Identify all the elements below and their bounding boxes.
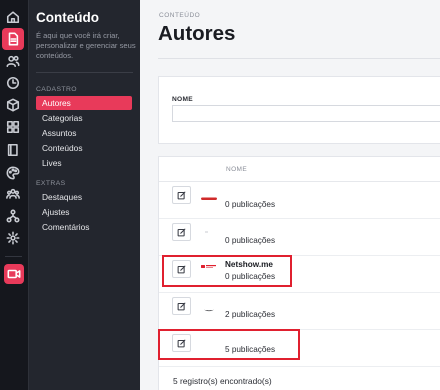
filter-card: NOME xyxy=(158,76,440,144)
users-icon[interactable] xyxy=(2,50,24,72)
edit-button[interactable] xyxy=(172,186,191,204)
home-icon[interactable] xyxy=(2,6,24,28)
gear-icon[interactable] xyxy=(2,227,24,249)
author-thumbnail xyxy=(204,309,214,312)
sidebar-item-comentarios[interactable]: Comentários xyxy=(36,220,132,234)
grid-icon[interactable] xyxy=(2,116,24,138)
author-publication-count: 0 publicações xyxy=(225,236,276,245)
breadcrumb[interactable]: CONTEÚDO xyxy=(159,12,200,19)
clock-icon[interactable] xyxy=(2,72,24,94)
sidebar-panel: Conteúdo É aqui que você irá criar, pers… xyxy=(28,0,140,390)
icon-rail xyxy=(0,0,28,390)
live-video-icon[interactable] xyxy=(4,264,24,284)
sidebar-description: É aqui que você irá criar, personalizar … xyxy=(36,31,136,60)
highlight-box-five-publications xyxy=(158,329,300,360)
table-row: 2 publicações xyxy=(159,293,440,330)
rail-divider xyxy=(5,256,22,257)
sidebar-item-autores[interactable]: Autores xyxy=(36,96,132,110)
team-icon[interactable] xyxy=(2,183,24,205)
sidebar-item-lives[interactable]: Lives xyxy=(36,156,132,170)
sidebar-title: Conteúdo xyxy=(36,10,99,25)
title-divider xyxy=(158,58,440,59)
pencil-icon xyxy=(177,302,186,310)
sidebar-item-destaques[interactable]: Destaques xyxy=(36,190,132,204)
palette-icon[interactable] xyxy=(2,162,24,184)
sidebar-item-ajustes[interactable]: Ajustes xyxy=(36,205,132,219)
page-title: Autores xyxy=(158,22,236,45)
document-icon[interactable] xyxy=(2,28,24,50)
section-label-cadastro: CADASTRO xyxy=(36,86,77,93)
pencil-icon xyxy=(177,228,186,236)
edit-button[interactable] xyxy=(172,223,191,241)
table-row: 0 publicações xyxy=(159,219,440,256)
section-label-extras: EXTRAS xyxy=(36,180,66,187)
sidebar-item-categorias[interactable]: Categorias xyxy=(36,111,132,125)
records-found-count: 5 registro(s) encontrado(s) xyxy=(173,376,272,386)
author-publication-count: 0 publicações xyxy=(225,200,276,209)
hierarchy-icon[interactable] xyxy=(2,205,24,227)
book-icon[interactable] xyxy=(2,139,24,161)
sidebar-item-assuntos[interactable]: Assuntos xyxy=(36,126,132,140)
sidebar-divider xyxy=(36,72,133,73)
author-thumbnail xyxy=(205,231,208,233)
column-header-name[interactable]: NOME xyxy=(226,166,247,173)
name-filter-input[interactable] xyxy=(172,105,440,122)
pencil-icon xyxy=(177,191,186,199)
author-publication-count: 2 publicações xyxy=(225,310,276,319)
author-thumbnail xyxy=(201,197,217,200)
table-row: 0 publicações xyxy=(159,182,440,219)
name-filter-label: NOME xyxy=(172,96,193,103)
box-icon[interactable] xyxy=(2,94,24,116)
highlight-box-netshow xyxy=(162,255,292,287)
edit-button[interactable] xyxy=(172,297,191,315)
sidebar-item-conteudos[interactable]: Conteúdos xyxy=(36,141,132,155)
